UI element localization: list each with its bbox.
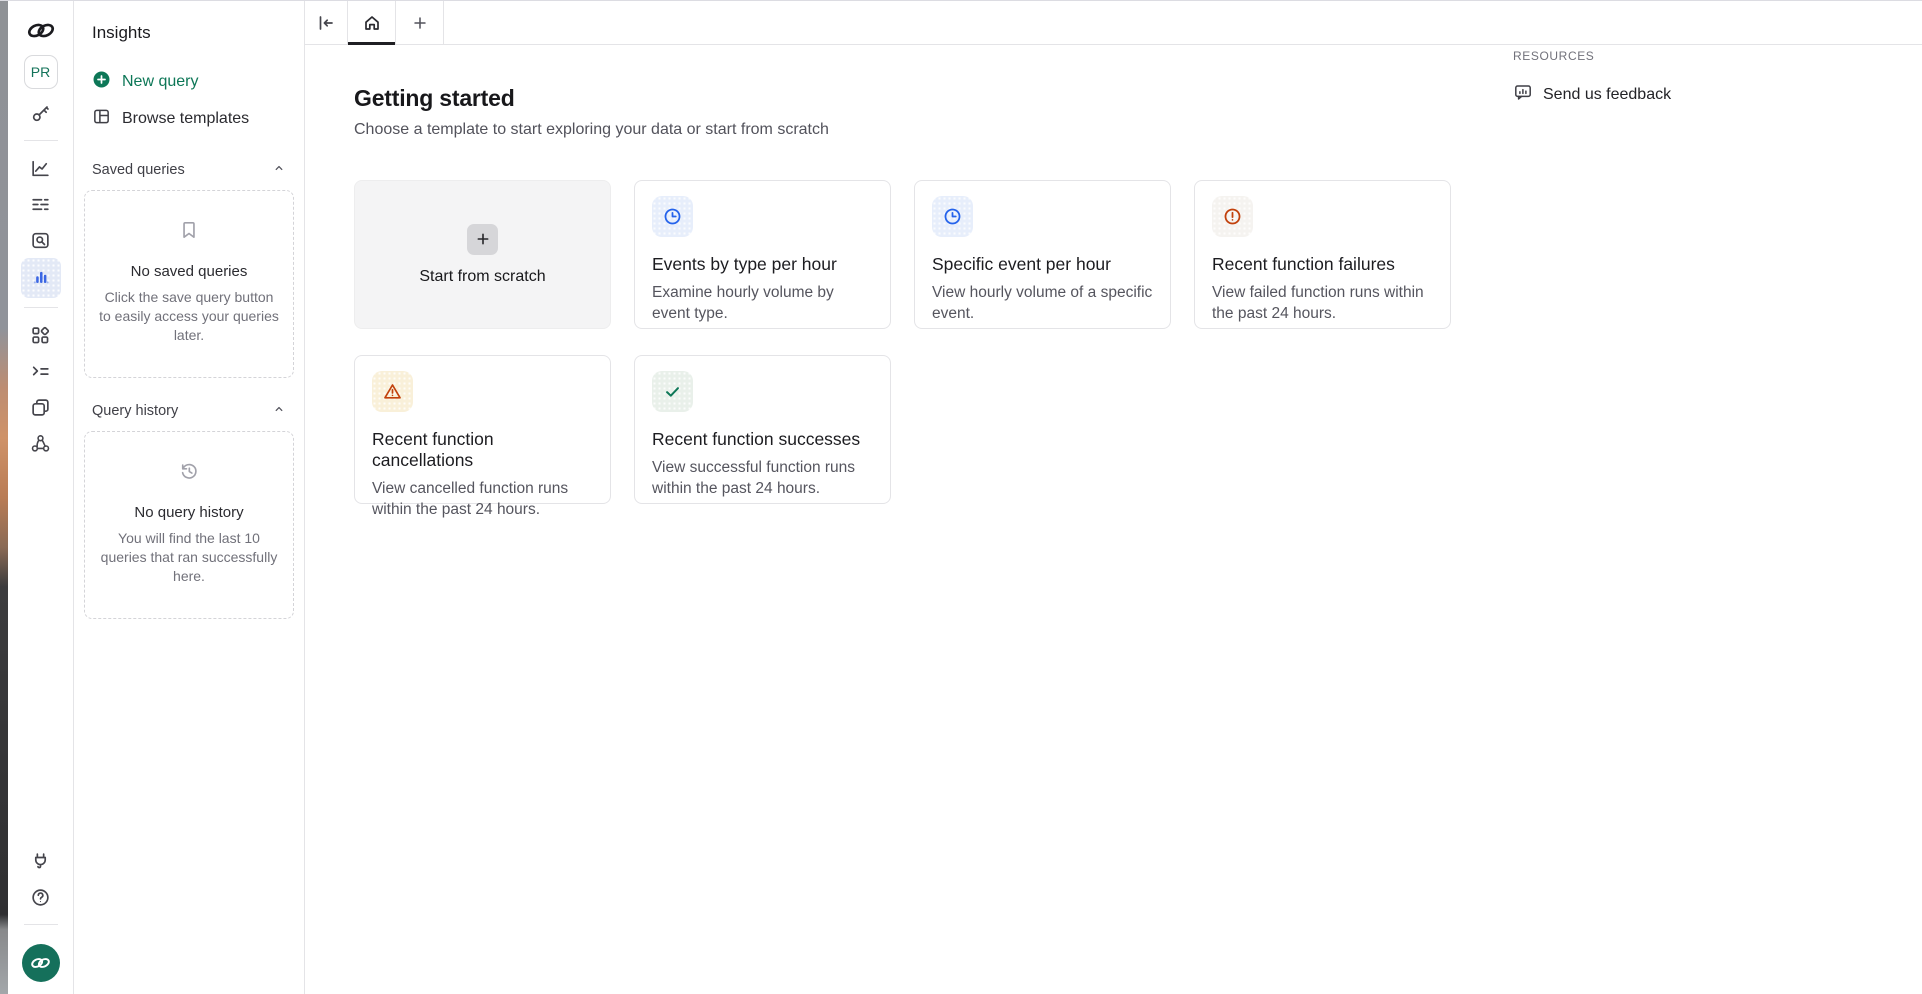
feedback-bubble-icon	[1513, 82, 1533, 107]
dashed-list-icon[interactable]	[21, 186, 61, 222]
saved-queries-empty-state: No saved queries Click the save query bu…	[84, 190, 294, 378]
page-subtitle: Choose a template to start exploring you…	[354, 121, 1922, 139]
card-specific-event[interactable]: Specific event per hour View hourly volu…	[914, 180, 1171, 329]
query-history-empty-title: No query history	[98, 504, 280, 521]
card-desc: View successful function runs within the…	[652, 457, 873, 499]
query-history-empty-state: No query history You will find the last …	[84, 431, 294, 619]
resources-panel: RESOURCES Send us feedback	[1513, 49, 1671, 107]
template-panel-icon	[92, 107, 111, 131]
apps-grid-icon[interactable]	[21, 317, 61, 353]
card-function-successes[interactable]: Recent function successes View successfu…	[634, 355, 891, 504]
main-area: Getting started Choose a template to sta…	[305, 1, 1922, 994]
card-desc: View hourly volume of a specific event.	[932, 282, 1153, 324]
resources-title: RESOURCES	[1513, 49, 1671, 63]
windows-icon[interactable]	[21, 389, 61, 425]
new-query-button[interactable]: New query	[83, 63, 295, 100]
app-window: PR	[0, 0, 1922, 994]
tab-home[interactable]	[348, 1, 395, 44]
clock-icon	[652, 196, 693, 237]
new-query-label: New query	[122, 73, 198, 91]
send-feedback-label: Send us feedback	[1543, 86, 1671, 104]
saved-queries-empty-desc: Click the save query button to easily ac…	[98, 288, 280, 345]
user-avatar[interactable]	[22, 944, 60, 982]
card-desc: View cancelled function runs within the …	[372, 478, 593, 520]
indent-list-icon[interactable]	[21, 353, 61, 389]
query-history-empty-desc: You will find the last 10 queries that r…	[98, 529, 280, 586]
line-chart-icon[interactable]	[21, 150, 61, 186]
check-icon	[652, 371, 693, 412]
saved-queries-section-header[interactable]: Saved queries	[92, 161, 286, 179]
card-title: Specific event per hour	[932, 254, 1153, 275]
warning-triangle-icon	[372, 371, 413, 412]
browse-templates-button[interactable]: Browse templates	[83, 100, 295, 137]
card-start-from-scratch[interactable]: Start from scratch	[354, 180, 611, 329]
card-function-cancellations[interactable]: Recent function cancellations View cance…	[354, 355, 611, 504]
history-clock-icon	[178, 469, 200, 486]
send-feedback-link[interactable]: Send us feedback	[1513, 82, 1671, 107]
rail-divider	[24, 307, 58, 308]
card-function-failures[interactable]: Recent function failures View failed fun…	[1194, 180, 1451, 329]
card-title: Recent function successes	[652, 429, 873, 450]
alert-circle-icon	[1212, 196, 1253, 237]
card-title: Recent function failures	[1212, 254, 1433, 275]
rail-divider	[24, 140, 58, 141]
query-history-section-header[interactable]: Query history	[92, 402, 286, 420]
webhook-icon[interactable]	[21, 425, 61, 461]
tab-divider	[443, 1, 444, 44]
saved-queries-title: Saved queries	[92, 162, 185, 178]
plus-circle-icon	[92, 70, 111, 94]
query-history-title: Query history	[92, 403, 178, 419]
background-window-sliver	[0, 1, 8, 994]
key-icon[interactable]	[21, 95, 61, 131]
template-cards-grid: Start from scratch Events by type per ho…	[354, 180, 1922, 504]
card-title: Recent function cancellations	[372, 429, 593, 471]
bookmark-icon	[178, 228, 200, 245]
browse-templates-label: Browse templates	[122, 110, 249, 128]
card-events-by-type[interactable]: Events by type per hour Examine hourly v…	[634, 180, 891, 329]
environment-avatar[interactable]: PR	[24, 55, 58, 89]
icon-rail: PR	[8, 1, 74, 994]
clock-icon	[932, 196, 973, 237]
insights-sidebar: Insights New query Browse templates Save…	[74, 1, 305, 994]
card-desc: View failed function runs within the pas…	[1212, 282, 1433, 324]
sidebar-title: Insights	[92, 23, 286, 43]
page-title: Getting started	[354, 85, 1922, 112]
tab-bar	[305, 1, 1922, 45]
search-box-icon[interactable]	[21, 222, 61, 258]
plus-icon	[467, 224, 498, 255]
collapse-sidebar-button[interactable]	[305, 1, 347, 44]
plug-icon[interactable]	[21, 843, 61, 879]
saved-queries-empty-title: No saved queries	[98, 263, 280, 280]
rail-divider	[24, 924, 58, 925]
new-tab-button[interactable]	[396, 1, 443, 44]
card-title: Start from scratch	[419, 268, 545, 286]
card-title: Events by type per hour	[652, 254, 873, 275]
chevron-up-icon	[272, 161, 286, 179]
help-icon[interactable]	[21, 879, 61, 915]
inngest-logo[interactable]	[21, 15, 61, 45]
bar-chart-icon-insights[interactable]	[21, 258, 61, 298]
card-desc: Examine hourly volume by event type.	[652, 282, 873, 324]
chevron-up-icon	[272, 402, 286, 420]
getting-started-content: Getting started Choose a template to sta…	[305, 45, 1922, 504]
